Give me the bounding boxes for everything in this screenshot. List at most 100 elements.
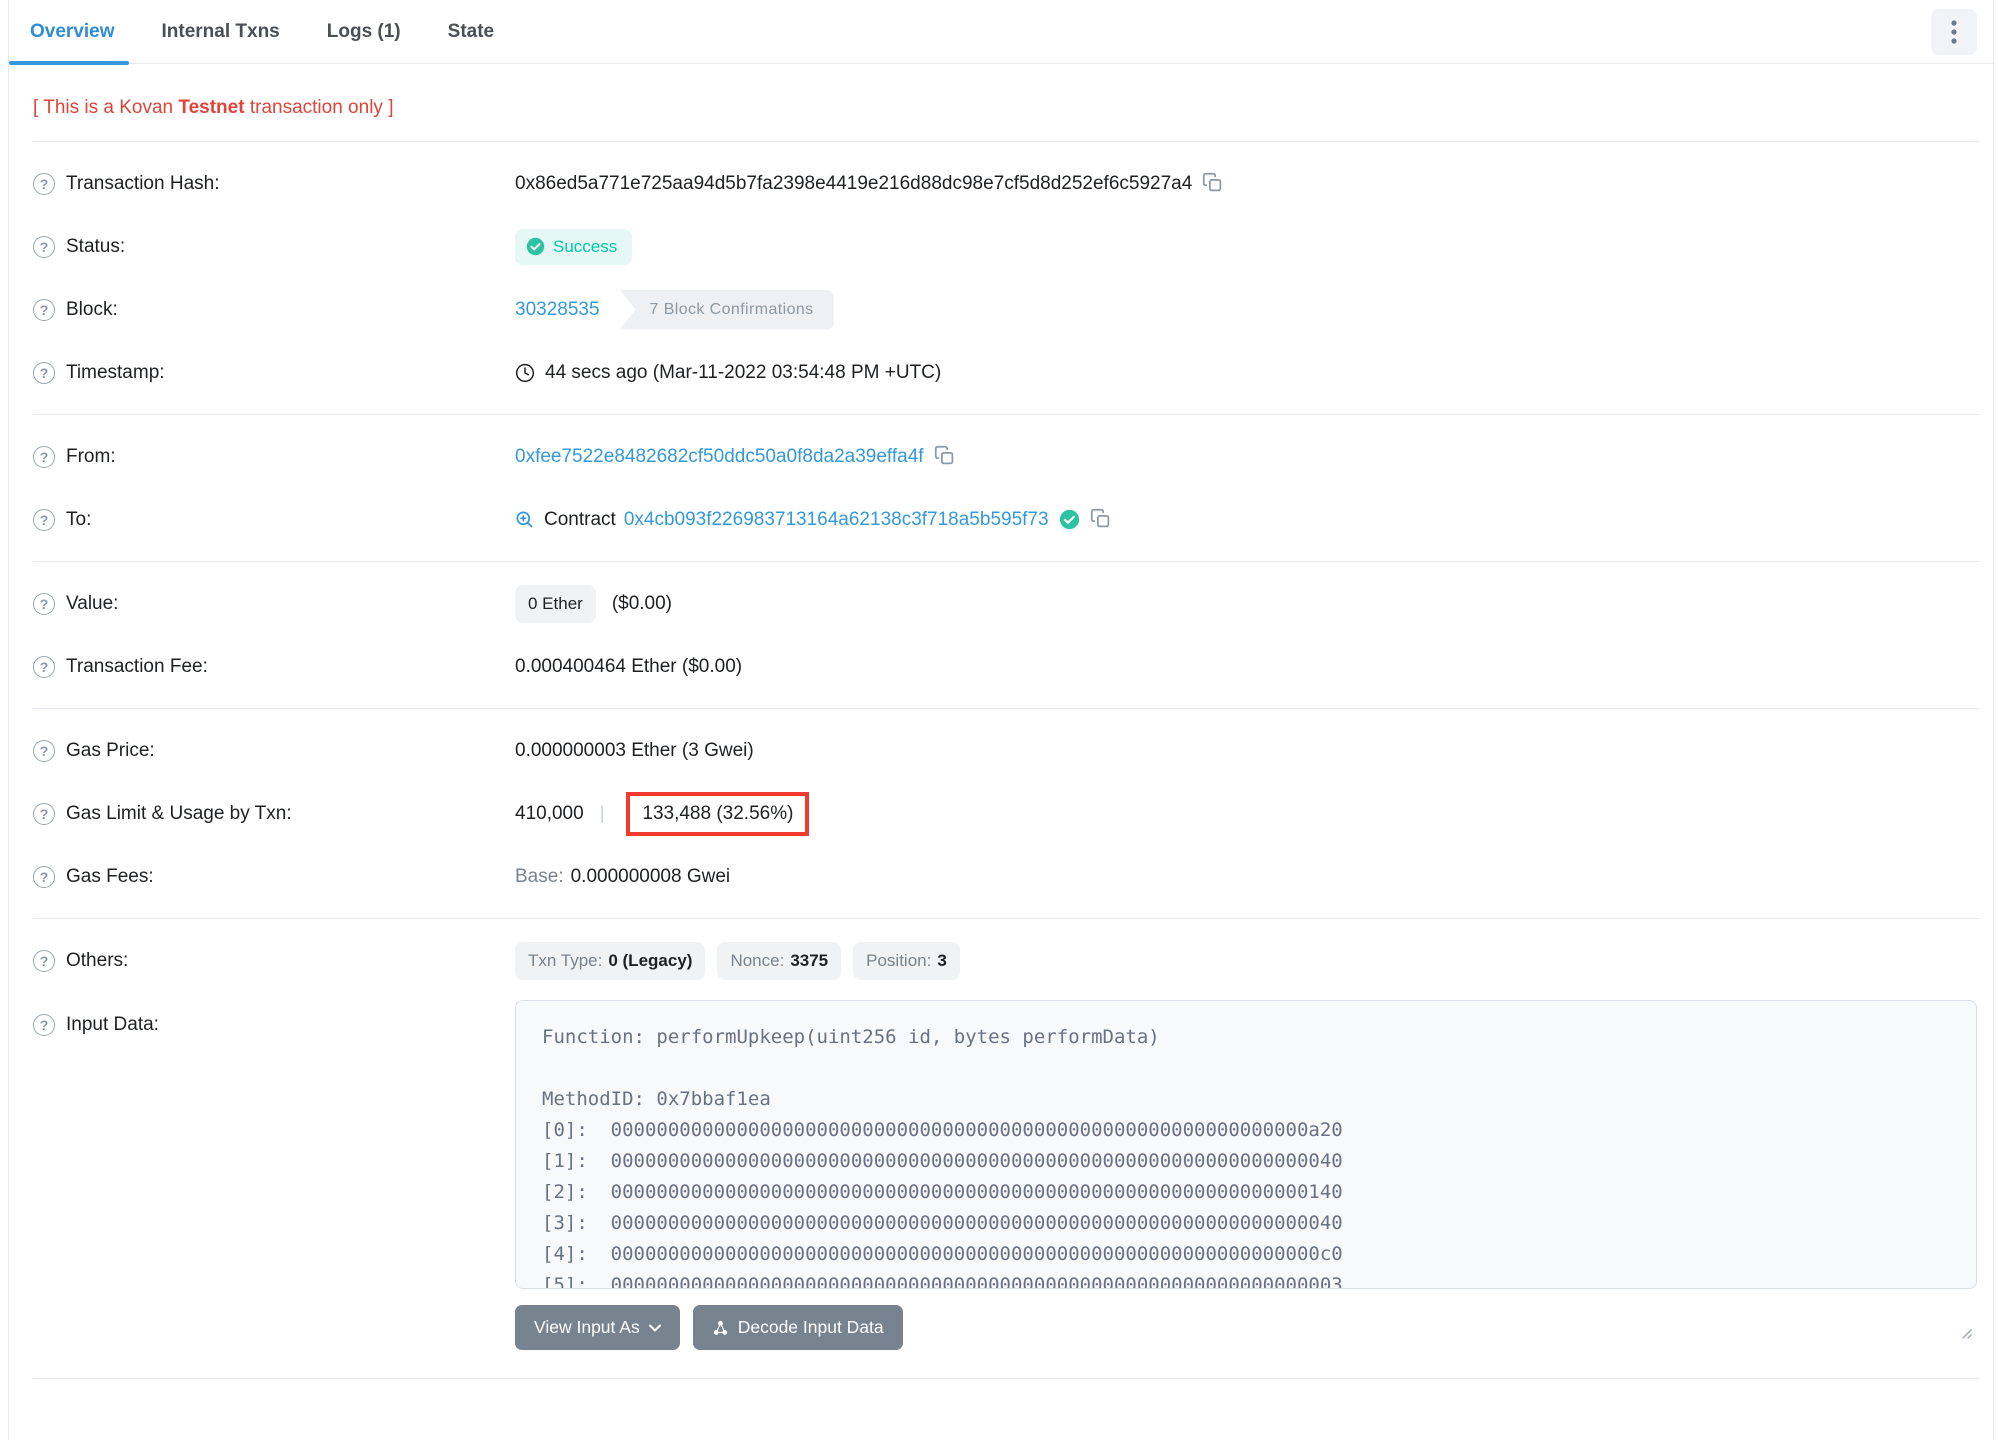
base-fee-label: Base:: [515, 865, 564, 887]
input-data-actions: View Input As Decode Input Data: [515, 1305, 1977, 1350]
help-icon[interactable]: ?: [33, 802, 55, 825]
check-circle-icon: [526, 237, 545, 256]
decode-input-data-label: Decode Input Data: [737, 1317, 884, 1337]
field-label: Block:: [66, 298, 118, 320]
status-text: Success: [553, 236, 618, 256]
badge-label: Position:: [866, 950, 932, 970]
block-confirmations-badge: 7 Block Confirmations: [619, 289, 834, 330]
row-transaction-fee: ? Transaction Fee: 0.000400464 Ether ($0…: [33, 635, 1979, 698]
help-icon[interactable]: ?: [33, 949, 55, 972]
field-label: Transaction Hash:: [66, 172, 220, 194]
card-body: [ This is a Kovan Testnet transaction on…: [9, 64, 1993, 1409]
field-label: Others:: [66, 949, 129, 971]
badge-value: 3: [937, 950, 947, 970]
to-address-link[interactable]: 0x4cb093f226983713164a62138c3f718a5b595f…: [624, 509, 1049, 531]
transaction-hash-value: 0x86ed5a771e725aa94d5b7fa2398e4419e216d8…: [515, 172, 1193, 194]
copy-icon: [1090, 508, 1111, 532]
from-address-link[interactable]: 0xfee7522e8482682cf50ddc50a0f8da2a39effa…: [515, 446, 924, 468]
decode-icon: [712, 1319, 729, 1336]
row-timestamp: ? Timestamp: 44 secs ago (Mar-11-2022 03…: [33, 341, 1979, 404]
row-gas-fees: ? Gas Fees: Base: 0.000000008 Gwei: [33, 845, 1979, 908]
decode-input-data-button[interactable]: Decode Input Data: [692, 1305, 903, 1350]
help-icon[interactable]: ?: [33, 865, 55, 888]
row-gas-limit-usage: ? Gas Limit & Usage by Txn: 410,000 | 13…: [33, 782, 1979, 845]
verified-check-icon: [1059, 509, 1080, 530]
section-summary: ? Transaction Hash: 0x86ed5a771e725aa94d…: [33, 142, 1979, 414]
badge-value: 3375: [790, 950, 829, 970]
section-gas: ? Gas Price: 0.000000003 Ether (3 Gwei) …: [33, 709, 1979, 918]
help-icon[interactable]: ?: [33, 445, 55, 468]
to-type-label: Contract: [544, 508, 616, 530]
copy-to-button[interactable]: [1090, 508, 1111, 532]
row-others: ? Others: Txn Type: 0 (Legacy) Nonce: 33…: [33, 929, 1979, 992]
help-icon[interactable]: ?: [33, 298, 55, 321]
tab-logs[interactable]: Logs (1): [327, 0, 401, 63]
section-addresses: ? From: 0xfee7522e8482682cf50ddc50a0f8da…: [33, 415, 1979, 561]
search-plus-icon[interactable]: [515, 510, 534, 529]
badge-value: 0 (Legacy): [608, 950, 693, 970]
status-badge: Success: [515, 228, 633, 265]
help-icon[interactable]: ?: [33, 361, 55, 384]
txn-type-badge: Txn Type: 0 (Legacy): [515, 941, 706, 980]
copy-icon: [1202, 172, 1223, 196]
notice-prefix: [ This is a Kovan: [33, 97, 179, 118]
field-label: Transaction Fee:: [66, 655, 208, 677]
gas-price-value: 0.000000003 Ether (3 Gwei): [515, 739, 754, 761]
row-transaction-hash: ? Transaction Hash: 0x86ed5a771e725aa94d…: [33, 152, 1979, 215]
base-fee-value: 0.000000008 Gwei: [570, 865, 731, 887]
copy-from-button[interactable]: [934, 445, 955, 469]
ether-value-badge: 0 Ether: [515, 584, 596, 623]
row-value: ? Value: 0 Ether ($0.00): [33, 572, 1979, 635]
block-number-link[interactable]: 30328535: [515, 299, 600, 321]
field-label: Status:: [66, 235, 126, 257]
annotation-highlight-box: 133,488 (32.56%): [626, 791, 810, 836]
field-label: Gas Price:: [66, 739, 155, 761]
gas-usage-value: 133,488 (32.56%): [642, 802, 794, 824]
kebab-icon: [1951, 19, 1957, 45]
field-label: Value:: [66, 592, 119, 614]
separator-bar: |: [599, 803, 605, 823]
help-icon[interactable]: ?: [33, 508, 55, 531]
row-from: ? From: 0xfee7522e8482682cf50ddc50a0f8da…: [33, 425, 1979, 488]
badge-label: Txn Type:: [528, 950, 603, 970]
nonce-badge: Nonce: 3375: [717, 941, 842, 980]
input-data-textarea[interactable]: Function: performUpkeep(uint256 id, byte…: [515, 1000, 1977, 1289]
field-label: Input Data:: [66, 1014, 159, 1035]
tab-bar: Overview Internal Txns Logs (1) State: [9, 0, 494, 65]
tab-state[interactable]: State: [448, 0, 494, 63]
tab-overview[interactable]: Overview: [9, 0, 128, 65]
field-label: Gas Limit & Usage by Txn:: [66, 802, 292, 824]
help-icon[interactable]: ?: [33, 655, 55, 678]
help-icon[interactable]: ?: [33, 739, 55, 762]
field-label: Timestamp:: [66, 361, 165, 383]
copy-icon: [934, 445, 955, 469]
row-block: ? Block: 30328535 7 Block Confirmations: [33, 278, 1979, 341]
usd-value: ($0.00): [611, 592, 673, 614]
clock-icon: [515, 363, 535, 383]
view-input-as-button[interactable]: View Input As: [515, 1305, 680, 1350]
row-to: ? To: Contract 0x4cb093f226983713164a621…: [33, 488, 1979, 551]
chevron-down-icon: [648, 1324, 661, 1332]
notice-bold: Testnet: [178, 97, 245, 118]
row-gas-price: ? Gas Price: 0.000000003 Ether (3 Gwei): [33, 719, 1979, 782]
section-value: ? Value: 0 Ether ($0.00) ? Transaction F…: [33, 562, 1979, 708]
field-label: From:: [66, 445, 116, 467]
timestamp-value: 44 secs ago (Mar-11-2022 03:54:48 PM +UT…: [545, 361, 942, 383]
copy-hash-button[interactable]: [1202, 172, 1223, 196]
field-label: Gas Fees:: [66, 865, 154, 887]
help-icon[interactable]: ?: [33, 592, 55, 615]
help-icon[interactable]: ?: [33, 1014, 55, 1036]
transaction-fee-value: 0.000400464 Ether ($0.00): [515, 655, 743, 677]
section-others: ? Others: Txn Type: 0 (Legacy) Nonce: 33…: [33, 919, 1979, 1360]
gas-limit-value: 410,000: [515, 802, 584, 824]
help-icon[interactable]: ?: [33, 172, 55, 195]
transaction-card: Overview Internal Txns Logs (1) State [ …: [8, 0, 1994, 1440]
badge-label: Nonce:: [730, 950, 785, 970]
help-icon[interactable]: ?: [33, 235, 55, 258]
more-options-button[interactable]: [1931, 8, 1977, 55]
notice-suffix: transaction only ]: [244, 97, 394, 118]
view-input-as-label: View Input As: [534, 1317, 640, 1337]
field-label: To:: [66, 508, 92, 530]
tab-internal-txns[interactable]: Internal Txns: [162, 0, 280, 63]
testnet-notice: [ This is a Kovan Testnet transaction on…: [33, 64, 1979, 141]
